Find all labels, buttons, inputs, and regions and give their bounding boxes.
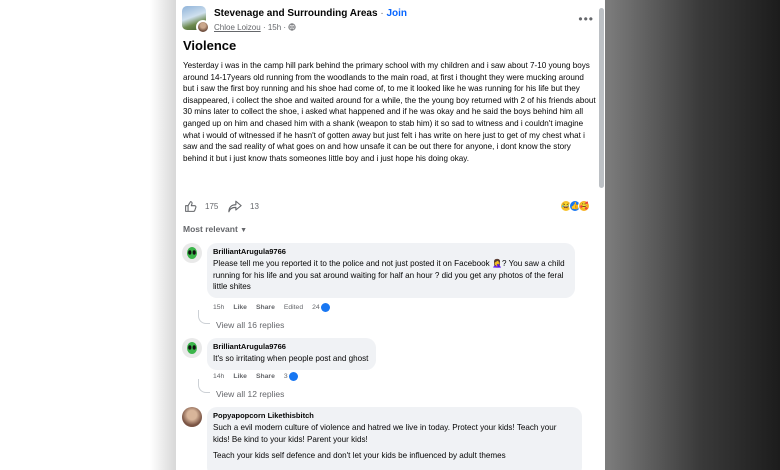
comment-sort-label: Most relevant: [183, 224, 238, 234]
thread-connector: [198, 310, 210, 324]
join-button[interactable]: Join: [386, 8, 407, 19]
comment-item: BrilliantArugula9766 Please tell me you …: [182, 243, 602, 333]
commenter-avatar[interactable]: [182, 243, 202, 263]
comment-time[interactable]: 15h: [213, 304, 224, 311]
alien-icon: [187, 247, 197, 259]
comment-text-paragraph: Teach your kids self defence and don't l…: [213, 451, 506, 461]
share-button[interactable]: 13: [228, 200, 259, 213]
comment-item: Popyapopcorn Likethisbitch Such a evil m…: [182, 407, 602, 470]
comment-reaction-count[interactable]: 24: [312, 303, 330, 312]
comment-share-button[interactable]: Share: [256, 304, 275, 311]
reaction-count-value: 24: [312, 304, 320, 311]
globe-icon: [288, 23, 296, 31]
post-header: Stevenage and Surrounding Areas · Join C…: [182, 6, 602, 36]
comment-like-button[interactable]: Like: [233, 304, 247, 311]
author-name-link[interactable]: Chloe Loizou: [214, 23, 261, 32]
post-actions: 175 13 😂 👍 🥰: [184, 200, 596, 216]
alien-icon: [187, 342, 197, 354]
post-meta: Chloe Loizou · 15h ·: [214, 23, 296, 32]
post-title: Violence: [183, 38, 237, 53]
comment-bubble: BrilliantArugula9766 Please tell me you …: [207, 243, 575, 298]
reaction-summary[interactable]: 😂 👍 🥰: [560, 200, 590, 212]
scrollbar[interactable]: [599, 8, 604, 188]
group-name-line: Stevenage and Surrounding Areas · Join: [214, 8, 407, 19]
commenter-avatar[interactable]: [182, 338, 202, 358]
like-count: 175: [205, 202, 219, 211]
commenter-avatar[interactable]: [182, 407, 202, 427]
comment-meta: 14h Like Share 3: [213, 372, 298, 381]
group-name-link[interactable]: Stevenage and Surrounding Areas: [214, 8, 378, 19]
care-reaction-icon: 🥰: [578, 200, 590, 212]
comment-item: BrilliantArugula9766 It's so irritating …: [182, 338, 602, 400]
chevron-down-icon: ▼: [240, 227, 248, 234]
more-icon[interactable]: •••: [578, 12, 594, 26]
comment-meta: 15h Like Share Edited 24: [213, 303, 330, 312]
comment-bubble: BrilliantArugula9766 It's so irritating …: [207, 338, 377, 370]
comment-share-button[interactable]: Share: [256, 373, 275, 380]
view-replies-link[interactable]: View all 16 replies: [216, 320, 284, 330]
comment-time[interactable]: 14h: [213, 373, 224, 380]
view-replies-link[interactable]: View all 12 replies: [216, 389, 284, 399]
comment-text: Such a evil modern culture of violence a…: [213, 423, 557, 444]
author-avatar[interactable]: [196, 20, 210, 34]
post-card: Stevenage and Surrounding Areas · Join C…: [176, 0, 605, 470]
like-reaction-icon: [288, 372, 298, 381]
commenter-name[interactable]: Popyapopcorn Likethisbitch: [213, 411, 574, 420]
commenter-name[interactable]: BrilliantArugula9766: [213, 247, 567, 256]
comment-like-button[interactable]: Like: [233, 373, 247, 380]
thread-connector: [198, 379, 210, 393]
like-icon: [185, 201, 197, 212]
share-count: 13: [250, 202, 259, 211]
share-icon: [228, 200, 242, 213]
comment-reaction-count[interactable]: 3: [284, 372, 298, 381]
comment-sort-dropdown[interactable]: Most relevant ▼: [183, 224, 247, 234]
comment-text: It's so irritating when people post and …: [213, 354, 369, 363]
comment-text: Please tell me you reported it to the po…: [213, 259, 565, 292]
commenter-name[interactable]: BrilliantArugula9766: [213, 342, 368, 351]
reaction-count-value: 3: [283, 373, 288, 380]
post-time[interactable]: 15h: [268, 23, 281, 32]
like-button[interactable]: 175: [184, 200, 218, 213]
edited-label: Edited: [283, 304, 304, 311]
like-reaction-icon: [320, 303, 330, 312]
comment-bubble: Popyapopcorn Likethisbitch Such a evil m…: [207, 407, 582, 470]
post-body: Yesterday i was in the camp hill park be…: [183, 61, 596, 163]
